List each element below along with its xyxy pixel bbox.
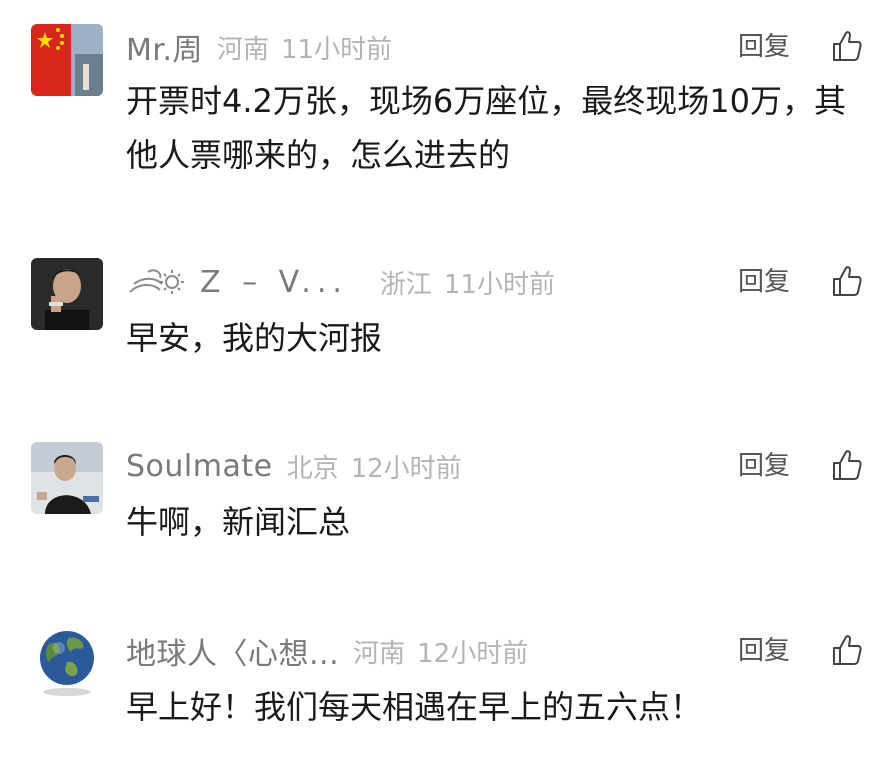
location: 河南 [217, 34, 270, 65]
nickname[interactable]: Mr.周 [126, 25, 203, 69]
thumbs-up-icon[interactable] [832, 634, 862, 666]
comment-header: Soulmate 北京 12小时前 [126, 446, 462, 486]
comment-text: 开票时4.2万张，现场6万座位，最终现场10万，其他人票哪来的，怎么进去的 [126, 82, 846, 174]
timestamp: 12小时前 [417, 638, 529, 669]
thumbs-up-icon[interactable] [832, 265, 862, 297]
comment-header: 地球人〈心想... 河南 12小时前 [126, 629, 529, 673]
comment-text: 早安，我的大河报 [126, 319, 383, 357]
timestamp: 11小时前 [281, 34, 393, 65]
location: 河南 [353, 638, 406, 669]
comment-header: Z – V... 浙江 11小时前 [126, 262, 555, 302]
nickname[interactable]: 地球人〈心想... [126, 629, 339, 673]
avatar[interactable] [31, 626, 103, 698]
avatar[interactable] [31, 442, 103, 514]
timestamp: 12小时前 [350, 453, 462, 484]
reply-button[interactable]: 回复 [738, 262, 790, 302]
comment-text: 早上好！我们每天相遇在早上的五六点！ [126, 688, 703, 726]
sun-swirl-icon [126, 262, 186, 302]
nickname[interactable]: Z – V... [200, 265, 348, 300]
reply-button[interactable]: 回复 [738, 631, 790, 671]
timestamp: 11小时前 [443, 269, 555, 300]
comment-text: 牛啊，新闻汇总 [126, 503, 351, 541]
avatar[interactable] [31, 24, 103, 96]
avatar[interactable] [31, 258, 103, 330]
reply-button[interactable]: 回复 [738, 27, 790, 67]
nickname[interactable]: Soulmate [126, 449, 273, 484]
location: 浙江 [379, 269, 432, 300]
thumbs-up-icon[interactable] [832, 449, 862, 481]
comment-header: Mr.周 河南 11小时前 [126, 25, 393, 69]
reply-button[interactable]: 回复 [738, 446, 790, 486]
thumbs-up-icon[interactable] [832, 30, 862, 62]
location: 北京 [286, 453, 339, 484]
